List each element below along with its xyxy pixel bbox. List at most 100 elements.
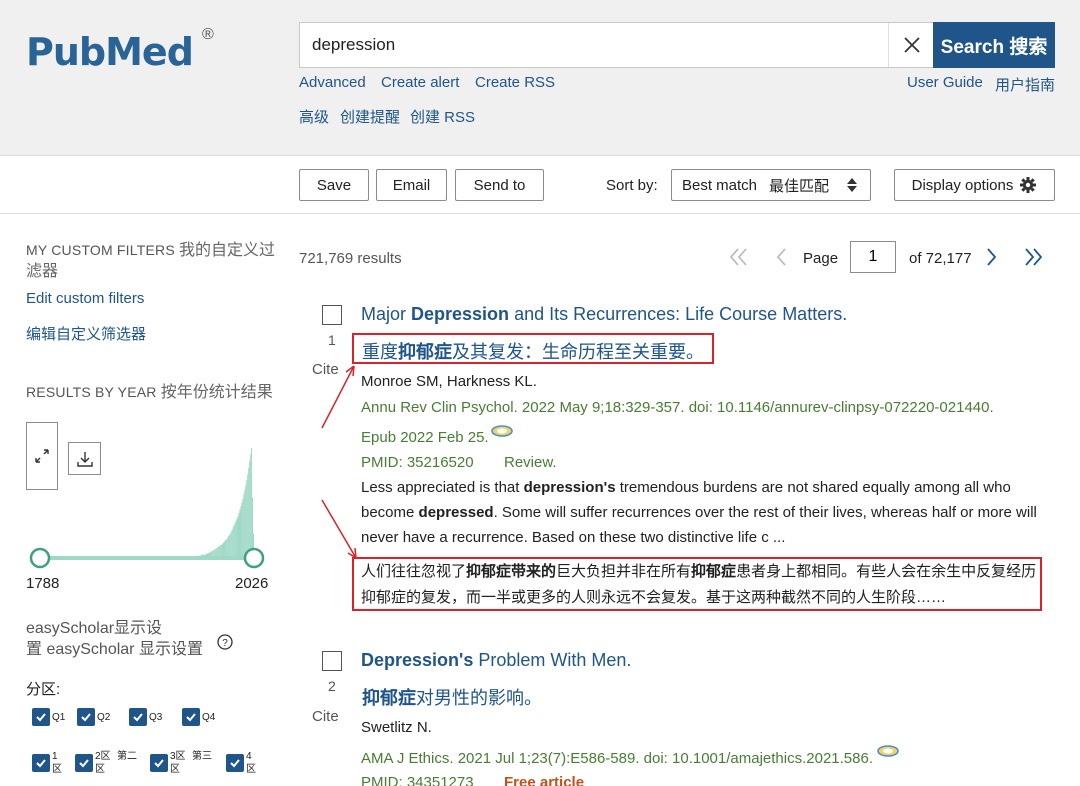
results-by-year-chart[interactable] xyxy=(26,440,272,572)
display-options-button[interactable]: Display options xyxy=(894,169,1055,201)
user-guide-zh-link[interactable]: 用户指南 xyxy=(995,74,1055,95)
first-page-icon[interactable] xyxy=(728,246,750,268)
year-bar xyxy=(223,541,225,558)
results-by-year-heading: RESULTS BY YEAR 按年份统计结果 xyxy=(26,384,273,401)
year-bar xyxy=(224,540,226,558)
result-2-authors: Swetlitz N. xyxy=(361,719,432,736)
annotation-arrow-1 xyxy=(321,365,355,429)
zone1-label: 1 xyxy=(52,751,58,762)
year-bar xyxy=(237,516,239,558)
zone3-label-2: 区 xyxy=(170,764,180,775)
create-alert-link[interactable]: Create alert xyxy=(381,74,459,91)
result-2-cite-button[interactable]: Cite xyxy=(312,708,339,725)
result-1-epub: Epub 2022 Feb 25. xyxy=(361,429,489,446)
q2-checkbox[interactable] xyxy=(77,708,95,726)
easyscholar-icon[interactable] xyxy=(876,743,900,759)
advanced-zh-link[interactable]: 高级 xyxy=(299,106,329,127)
send-to-button[interactable]: Send to xyxy=(455,169,544,201)
year-bar xyxy=(229,533,231,558)
check-icon xyxy=(154,759,164,768)
close-icon xyxy=(903,37,920,53)
display-options-label: Display options xyxy=(911,176,1014,194)
year-bar xyxy=(228,534,230,558)
page-number-input[interactable] xyxy=(850,241,896,273)
year-bar xyxy=(231,529,233,558)
result-1-journal: Annu Rev Clin Psychol. 2022 May 9;18:329… xyxy=(361,399,994,416)
year-bar xyxy=(246,479,248,558)
help-icon[interactable]: ? xyxy=(217,634,233,650)
create-rss-link[interactable]: Create RSS xyxy=(475,74,555,91)
zone1-label-2: 区 xyxy=(52,764,62,775)
result-2-checkbox[interactable] xyxy=(322,651,342,671)
year-bar xyxy=(226,538,228,558)
user-guide-link[interactable]: User Guide xyxy=(907,74,983,91)
result-2-journal: AMA J Ethics. 2021 Jul 1;23(7):E586-589.… xyxy=(361,750,873,767)
result-2-title[interactable]: Depression's Problem With Men. xyxy=(361,650,631,671)
q2-label: Q2 xyxy=(97,712,111,723)
q3-checkbox[interactable] xyxy=(129,708,147,726)
search-button[interactable]: Search 搜索 xyxy=(933,22,1055,68)
last-page-icon[interactable] xyxy=(1022,246,1046,268)
year-bar xyxy=(248,467,250,558)
gear-icon xyxy=(1020,177,1037,193)
year-bar xyxy=(240,506,242,558)
check-icon xyxy=(36,759,46,768)
create-rss-zh-link[interactable]: 创建 RSS xyxy=(410,106,475,127)
zone1-checkbox[interactable] xyxy=(32,754,50,772)
toolbar: Save Email Send to Sort by: Best match 最… xyxy=(0,156,1080,214)
zone4-label-2: 区 xyxy=(246,764,256,775)
q1-label: Q1 xyxy=(52,712,66,723)
q4-checkbox[interactable] xyxy=(182,708,200,726)
pubmed-logo[interactable]: PubMed ® xyxy=(26,22,216,82)
zone4-checkbox[interactable] xyxy=(226,754,244,772)
q1-checkbox[interactable] xyxy=(32,708,50,726)
year-bar xyxy=(230,531,232,558)
year-bar xyxy=(238,512,240,558)
year-bar xyxy=(249,461,251,558)
year-bar xyxy=(242,498,244,558)
edit-custom-filters-zh-link[interactable]: 编辑自定义筛选器 xyxy=(26,323,146,344)
save-button[interactable]: Save xyxy=(299,169,369,201)
zone2-extra: 第二 xyxy=(117,751,137,762)
zone2-label: 2区 xyxy=(95,751,111,762)
results-count: 721,769 results xyxy=(299,250,402,267)
sort-value: Best match xyxy=(682,176,758,194)
zone3-label: 3区 xyxy=(170,751,186,762)
result-2-title-zh[interactable]: 抑郁症对男性的影响。 xyxy=(362,684,542,710)
easyscholar-icon[interactable] xyxy=(490,423,514,439)
zone2-checkbox[interactable] xyxy=(75,754,93,772)
year-end-handle[interactable] xyxy=(243,547,265,569)
year-bar xyxy=(235,520,237,558)
next-page-icon[interactable] xyxy=(983,246,1001,268)
year-bar xyxy=(236,518,238,558)
edit-custom-filters-link[interactable]: Edit custom filters xyxy=(26,290,144,307)
annotation-arrow-2 xyxy=(321,499,357,559)
zone3-extra: 第三 xyxy=(192,751,212,762)
year-bar xyxy=(250,454,252,558)
prev-page-icon[interactable] xyxy=(772,246,790,268)
sort-label: Sort by: xyxy=(606,177,658,194)
year-end-label: 2026 xyxy=(235,575,269,592)
result-1-authors: Monroe SM, Harkness KL. xyxy=(361,373,537,390)
clear-search-button[interactable] xyxy=(888,23,934,67)
advanced-link[interactable]: Advanced xyxy=(299,74,366,91)
sort-value-zh: 最佳匹配 xyxy=(769,177,830,195)
year-start-label: 1788 xyxy=(26,575,60,592)
create-alert-zh-link[interactable]: 创建提醒 xyxy=(340,106,400,127)
result-1-title[interactable]: Major Depression and Its Recurrences: Li… xyxy=(361,304,847,325)
year-bar xyxy=(244,489,246,558)
result-1-pmid: PMID: 35216520 xyxy=(361,454,474,471)
year-start-handle[interactable] xyxy=(29,547,51,569)
zone3-checkbox[interactable] xyxy=(150,754,168,772)
result-1-number: 1 xyxy=(328,332,336,348)
search-input[interactable] xyxy=(312,23,872,67)
svg-text:?: ? xyxy=(222,638,228,649)
check-icon xyxy=(81,713,91,722)
year-bar xyxy=(234,522,236,558)
partition-label: 分区: xyxy=(26,681,61,698)
email-button[interactable]: Email xyxy=(376,169,447,201)
result-1-checkbox[interactable] xyxy=(322,305,342,325)
result-2-number: 2 xyxy=(328,678,336,694)
sort-select[interactable]: Best match 最佳匹配 xyxy=(671,169,871,201)
result-2-free-article[interactable]: Free article xyxy=(504,774,584,786)
